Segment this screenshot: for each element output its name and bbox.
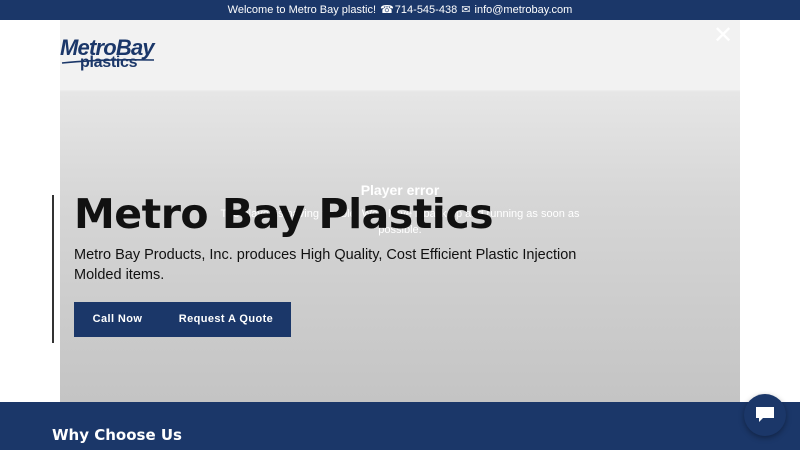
hero-title: Metro Bay Plastics	[74, 190, 494, 238]
chat-widget-button[interactable]	[744, 394, 786, 436]
hero-button-group: Call Now Request A Quote	[74, 302, 291, 337]
chat-bubble-icon	[756, 407, 774, 422]
hero-accent-line	[52, 195, 54, 343]
request-quote-button[interactable]: Request A Quote	[161, 302, 291, 337]
modal-header	[60, 20, 740, 90]
telephone-icon: ☎	[380, 4, 394, 16]
phone-link[interactable]: 714-545-438	[395, 0, 457, 20]
email-link[interactable]: info@metrobay.com	[475, 0, 573, 20]
close-icon[interactable]: ✕	[711, 24, 735, 48]
site-logo[interactable]: MetroBay plastics	[60, 35, 160, 75]
why-choose-us-heading: Why Choose Us	[52, 426, 182, 444]
hero-subtitle: Metro Bay Products, Inc. produces High Q…	[74, 247, 577, 283]
top-announcement-bar: Welcome to Metro Bay plastic! ☎714-545-4…	[0, 0, 800, 20]
logo-wordmark-plastics: plastics	[80, 54, 138, 71]
welcome-text: Welcome to Metro Bay plastic!	[227, 4, 377, 16]
envelope-icon: ✉	[461, 4, 471, 16]
call-now-button[interactable]: Call Now	[74, 302, 161, 337]
